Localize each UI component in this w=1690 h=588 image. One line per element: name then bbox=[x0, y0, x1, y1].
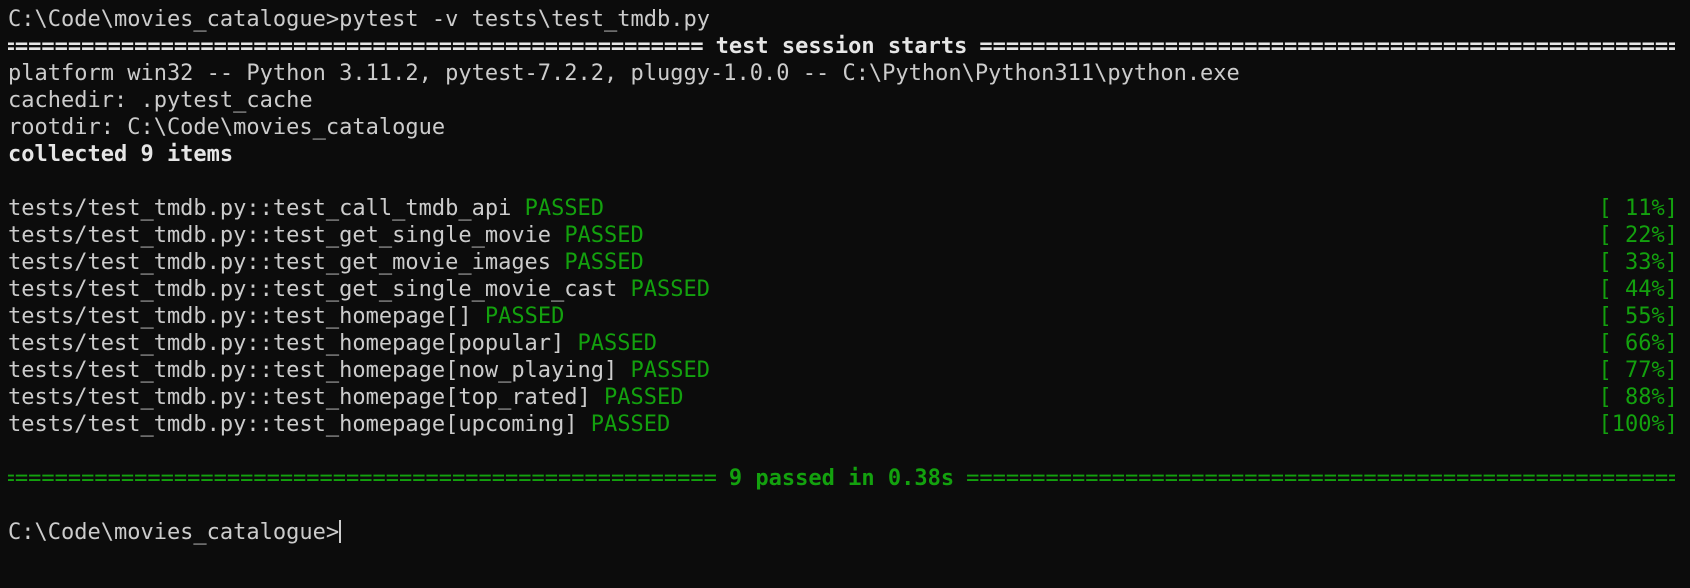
test-result-row: tests/test_tmdb.py::test_homepage[] PASS… bbox=[8, 303, 1678, 330]
test-progress: [ 44%] bbox=[1598, 277, 1678, 302]
test-name: tests/test_tmdb.py::test_homepage[upcomi… bbox=[8, 412, 578, 437]
test-progress: [ 22%] bbox=[1598, 223, 1678, 248]
session-header-rule: ========================================… bbox=[8, 33, 1675, 60]
test-status: PASSED bbox=[524, 196, 605, 221]
summary-label: 9 passed in 0.38s bbox=[728, 466, 955, 491]
test-result-row: tests/test_tmdb.py::test_homepage[upcomi… bbox=[8, 411, 1678, 438]
test-result-row: tests/test_tmdb.py::test_call_tmdb_api P… bbox=[8, 195, 1678, 222]
test-status: PASSED bbox=[630, 358, 711, 383]
final-prompt: C:\Code\movies_catalogue> bbox=[8, 520, 340, 545]
separator bbox=[591, 385, 604, 410]
rule-right: ========================================… bbox=[966, 466, 1675, 491]
test-name: tests/test_tmdb.py::test_get_single_movi… bbox=[8, 277, 618, 302]
separator bbox=[617, 358, 630, 383]
test-name: tests/test_tmdb.py::test_homepage[top_ra… bbox=[8, 385, 591, 410]
test-name: tests/test_tmdb.py::test_get_single_movi… bbox=[8, 223, 552, 248]
test-status: PASSED bbox=[604, 385, 684, 410]
command-text: pytest -v tests\test_tmdb.py bbox=[339, 7, 711, 32]
rule-left: ========================================… bbox=[8, 34, 704, 59]
test-progress: [100%] bbox=[1598, 412, 1678, 437]
test-progress: [ 77%] bbox=[1598, 358, 1678, 383]
separator bbox=[551, 223, 564, 248]
test-status: PASSED bbox=[564, 250, 644, 275]
test-status: PASSED bbox=[590, 412, 671, 437]
test-status: PASSED bbox=[484, 304, 565, 329]
separator bbox=[617, 277, 630, 302]
rootdir-line: rootdir: C:\Code\movies_catalogue bbox=[8, 115, 446, 140]
test-status: PASSED bbox=[577, 331, 658, 356]
separator bbox=[472, 304, 485, 329]
test-status: PASSED bbox=[630, 277, 711, 302]
separator bbox=[564, 331, 577, 356]
test-name: tests/test_tmdb.py::test_call_tmdb_api bbox=[8, 196, 512, 221]
test-results-list: tests/test_tmdb.py::test_call_tmdb_api P… bbox=[8, 195, 1690, 438]
prompt: C:\Code\movies_catalogue> bbox=[8, 7, 340, 32]
test-status: PASSED bbox=[564, 223, 644, 248]
test-result-row: tests/test_tmdb.py::test_homepage[popula… bbox=[8, 330, 1678, 357]
test-progress: [ 11%] bbox=[1598, 196, 1678, 221]
test-result-row: tests/test_tmdb.py::test_get_single_movi… bbox=[8, 276, 1678, 303]
separator bbox=[578, 412, 591, 437]
test-name: tests/test_tmdb.py::test_homepage[popula… bbox=[8, 331, 565, 356]
summary-text: 9 passed in 0.38s bbox=[717, 465, 966, 492]
test-result-row: tests/test_tmdb.py::test_homepage[top_ra… bbox=[8, 384, 1678, 411]
test-progress: [ 33%] bbox=[1598, 250, 1678, 275]
test-result-row: tests/test_tmdb.py::test_get_movie_image… bbox=[8, 249, 1678, 276]
command-line: C:\Code\movies_catalogue>pytest -v tests… bbox=[8, 6, 1678, 33]
separator bbox=[511, 196, 524, 221]
cachedir-line: cachedir: .pytest_cache bbox=[8, 88, 313, 113]
text-cursor bbox=[339, 520, 342, 543]
platform-line: platform win32 -- Python 3.11.2, pytest-… bbox=[8, 61, 1240, 86]
test-progress: [ 88%] bbox=[1598, 385, 1678, 410]
summary-rule: ========================================… bbox=[8, 465, 1675, 492]
session-header-title: test session starts bbox=[715, 34, 968, 59]
rule-right: ========================================… bbox=[979, 34, 1675, 59]
terminal-window[interactable]: C:\Code\movies_catalogue>pytest -v tests… bbox=[0, 0, 1690, 588]
rule-left: ========================================… bbox=[8, 466, 717, 491]
test-name: tests/test_tmdb.py::test_homepage[now_pl… bbox=[8, 358, 618, 383]
test-result-row: tests/test_tmdb.py::test_get_single_movi… bbox=[8, 222, 1678, 249]
test-name: tests/test_tmdb.py::test_homepage[] bbox=[8, 304, 472, 329]
final-prompt-line[interactable]: C:\Code\movies_catalogue> bbox=[8, 519, 1678, 546]
test-progress: [ 55%] bbox=[1598, 304, 1678, 329]
collected-line: collected 9 items bbox=[8, 142, 234, 167]
test-progress: [ 66%] bbox=[1598, 331, 1678, 356]
test-name: tests/test_tmdb.py::test_get_movie_image… bbox=[8, 250, 552, 275]
separator bbox=[551, 250, 564, 275]
test-result-row: tests/test_tmdb.py::test_homepage[now_pl… bbox=[8, 357, 1678, 384]
